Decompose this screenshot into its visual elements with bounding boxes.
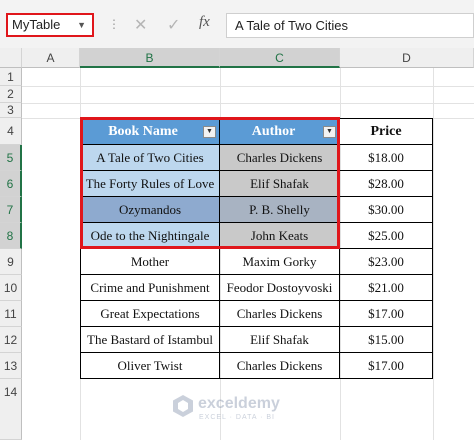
cell-author[interactable]: Feodor Dostoyvoski [220, 275, 340, 301]
row-header-5[interactable]: 5 [0, 145, 22, 171]
cell-price[interactable]: $15.00 [340, 327, 433, 353]
cell-price[interactable]: $28.00 [340, 171, 433, 197]
row-header-1[interactable]: 1 [0, 68, 22, 86]
row-header-10[interactable]: 10 [0, 275, 22, 301]
row-header-4[interactable]: 4 [0, 118, 22, 145]
cell-book[interactable]: Oliver Twist [80, 353, 220, 379]
cell-author[interactable]: P. B. Shelly [220, 197, 340, 223]
formula-value: A Tale of Two Cities [235, 18, 348, 33]
cell-author[interactable]: Charles Dickens [220, 353, 340, 379]
row-header-13[interactable]: 13 [0, 353, 22, 379]
cell-book[interactable]: The Bastard of Istambul [80, 327, 220, 353]
select-all-corner[interactable] [0, 48, 22, 68]
row-header-9[interactable]: 9 [0, 249, 22, 275]
formula-input[interactable]: A Tale of Two Cities [226, 13, 474, 38]
exceldemy-watermark: exceldemy EXCEL · DATA · BI [172, 392, 322, 432]
table-header-book-name[interactable]: Book Name ▼ [80, 118, 220, 145]
row-header-11[interactable]: 11 [0, 301, 22, 327]
header-label: Author [251, 124, 296, 139]
cell-author[interactable]: Maxim Gorky [220, 249, 340, 275]
cell-book[interactable]: Ozymandos [80, 197, 220, 223]
gridline [22, 103, 474, 104]
table-header-price[interactable]: Price [340, 118, 433, 145]
watermark-subtitle: EXCEL · DATA · BI [199, 414, 275, 421]
gridline [22, 86, 474, 87]
gridline [433, 68, 434, 440]
worksheet: A B C D 1 2 3 4 5 6 7 8 9 10 11 12 13 14… [0, 48, 474, 440]
column-header-c[interactable]: C [220, 48, 340, 68]
name-box-value: MyTable [12, 17, 61, 32]
cell-author[interactable]: Charles Dickens [220, 145, 340, 171]
filter-dropdown-icon[interactable]: ▼ [203, 126, 216, 138]
row-header-12[interactable]: 12 [0, 327, 22, 353]
cell-book[interactable]: The Forty Rules of Love [80, 171, 220, 197]
row-header-14[interactable]: 14 [0, 379, 22, 440]
cancel-icon[interactable]: ✕ [134, 15, 147, 35]
column-header-d[interactable]: D [340, 48, 474, 68]
exceldemy-logo-icon [173, 395, 193, 417]
cell-price[interactable]: $25.00 [340, 223, 433, 249]
cell-author[interactable]: John Keats [220, 223, 340, 249]
cell-price[interactable]: $23.00 [340, 249, 433, 275]
cell-price[interactable]: $30.00 [340, 197, 433, 223]
column-header-b[interactable]: B [80, 48, 220, 68]
cell-price[interactable]: $17.00 [340, 301, 433, 327]
cell-price[interactable]: $17.00 [340, 353, 433, 379]
row-header-8[interactable]: 8 [0, 223, 22, 249]
cell-book[interactable]: Great Expectations [80, 301, 220, 327]
formula-bar: MyTable ▼ ⋮ ✕ ✓ fx A Tale of Two Cities [0, 0, 474, 49]
formula-bar-grip: ⋮ [108, 17, 120, 31]
watermark-title: exceldemy [198, 395, 280, 412]
cell-book[interactable]: Ode to the Nightingale [80, 223, 220, 249]
cell-book[interactable]: Crime and Punishment [80, 275, 220, 301]
insert-function-icon[interactable]: fx [199, 14, 210, 31]
name-box[interactable]: MyTable ▼ [6, 13, 94, 37]
row-header-7[interactable]: 7 [0, 197, 22, 223]
table-header-author[interactable]: Author ▼ [220, 118, 340, 145]
cell-book[interactable]: Mother [80, 249, 220, 275]
cell-price[interactable]: $18.00 [340, 145, 433, 171]
column-header-a[interactable]: A [22, 48, 80, 68]
chevron-down-icon[interactable]: ▼ [77, 15, 86, 35]
filter-dropdown-icon[interactable]: ▼ [323, 126, 336, 138]
row-header-3[interactable]: 3 [0, 103, 22, 118]
cell-author[interactable]: Elif Shafak [220, 327, 340, 353]
cell-price[interactable]: $21.00 [340, 275, 433, 301]
row-header-6[interactable]: 6 [0, 171, 22, 197]
row-header-2[interactable]: 2 [0, 86, 22, 103]
cell-author[interactable]: Elif Shafak [220, 171, 340, 197]
cell-book[interactable]: A Tale of Two Cities [80, 145, 220, 171]
header-label: Book Name [108, 124, 178, 139]
enter-icon[interactable]: ✓ [167, 15, 180, 35]
cell-author[interactable]: Charles Dickens [220, 301, 340, 327]
